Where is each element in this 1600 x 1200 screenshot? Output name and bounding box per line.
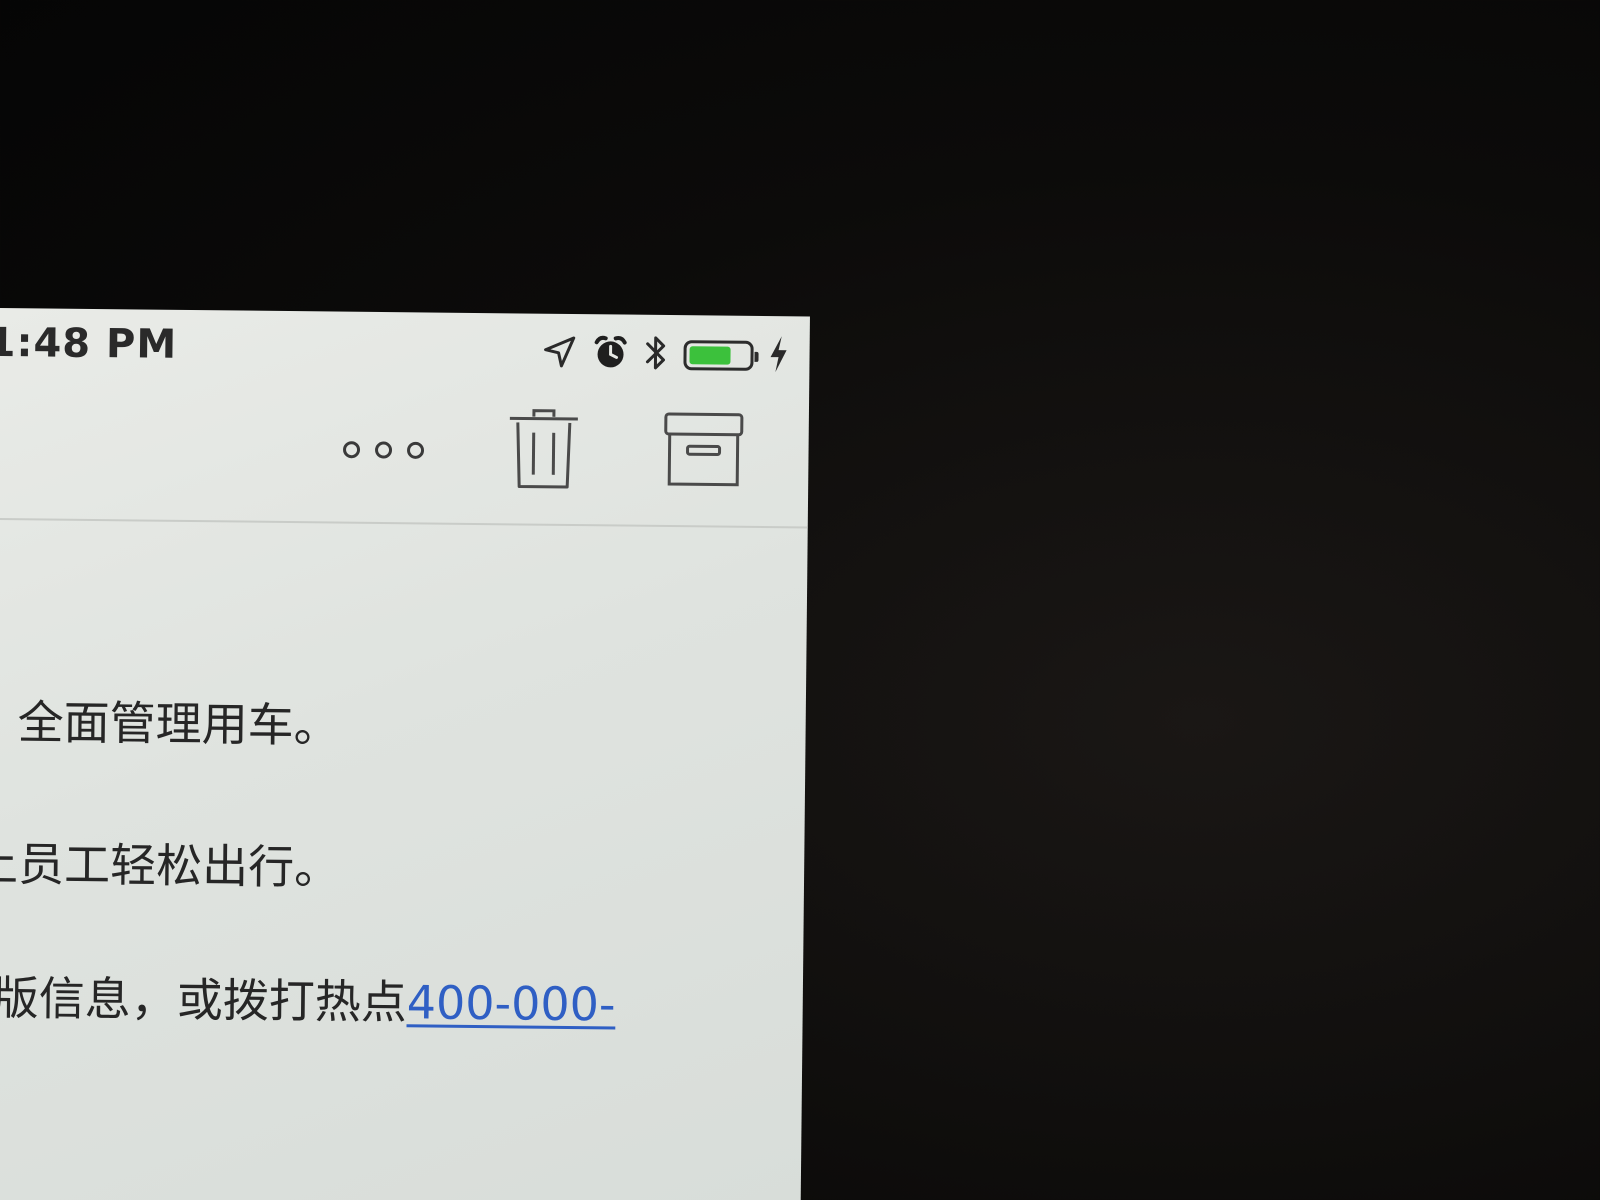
mail-toolbar [0, 387, 810, 529]
status-icons [541, 332, 789, 379]
body-text: 版信息，或拨打热点 [0, 970, 408, 1030]
battery-icon [683, 340, 759, 371]
phone-screen: 1:48 PM 全面管理用车。 上员工轻松出行。 版信息，或拨打热点400-00… [0, 308, 810, 1200]
status-bar: 1:48 PM [0, 308, 810, 386]
body-line: 全面管理用车。 [17, 695, 340, 753]
body-line: 上员工轻松出行。 [0, 836, 341, 895]
battery-tip [754, 351, 759, 362]
trash-icon [505, 406, 582, 495]
more-button[interactable] [333, 432, 433, 473]
bluetooth-icon [643, 333, 669, 377]
message-body: 全面管理用车。 上员工轻松出行。 版信息，或拨打热点400-000- [0, 518, 808, 1200]
location-arrow-icon [541, 334, 577, 374]
phone-number-link[interactable]: 400-000- [406, 975, 615, 1031]
archive-box-icon [661, 410, 746, 493]
alarm-clock-icon [591, 333, 629, 375]
charging-bolt-icon [767, 334, 789, 378]
battery-level-fill [689, 346, 731, 365]
archive-button[interactable] [658, 409, 749, 494]
trash-button[interactable] [503, 405, 584, 496]
status-time: 1:48 PM [0, 319, 178, 368]
body-line: 版信息，或拨打热点400-000- [0, 962, 616, 1035]
more-dots-icon [333, 435, 433, 470]
